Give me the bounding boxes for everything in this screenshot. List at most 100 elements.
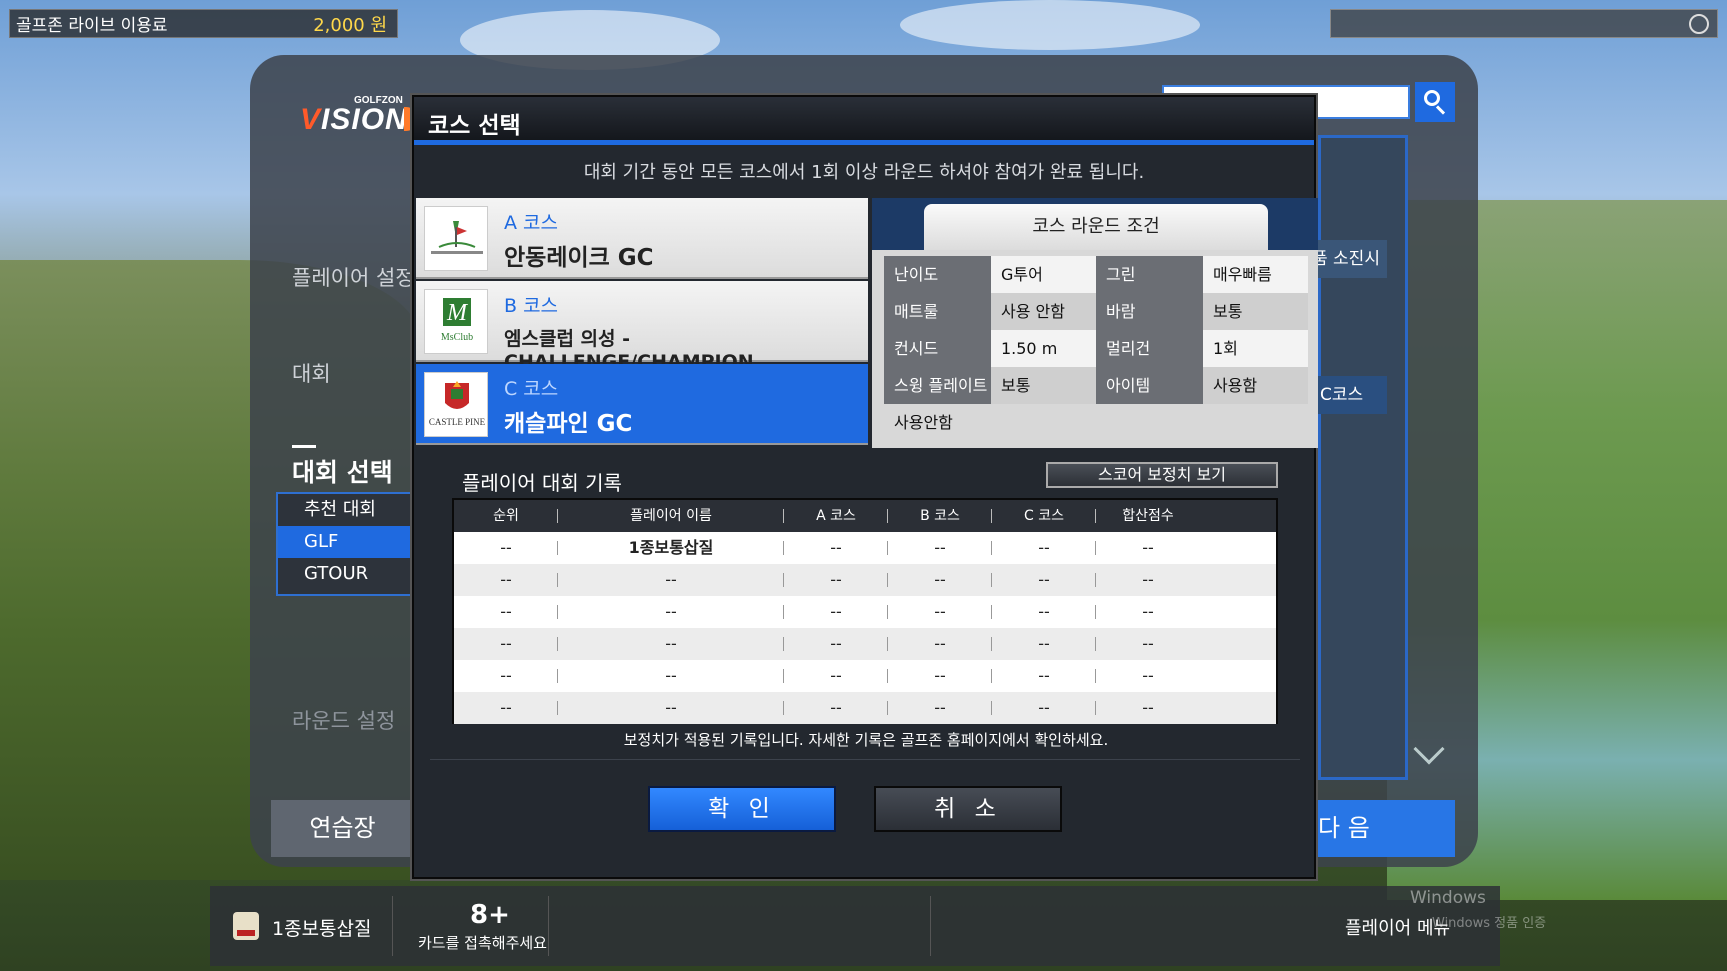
cancel-button[interactable]: 취 소 [874,786,1062,832]
condition-row: 스윙 플레이트 보통 아이템 사용함 [884,367,1308,404]
right-list-item[interactable]: 품 소진시 [1312,240,1387,278]
column-header-a: A 코스 [784,500,888,532]
table-cell: -- [1142,666,1154,685]
course-name-c: 캐슬파인 GC [504,411,633,437]
bottom-divider [392,896,393,956]
condition-row: 매트룰 사용 안함 바람 보통 [884,293,1308,330]
player-record-table: 순위 플레이어 이름 A 코스 B 코스 C 코스 합산점수 -- 1종보통삽질… [452,498,1278,724]
menu-tournament[interactable]: 대회 [292,358,331,388]
course-conditions-panel: 코스 라운드 조건 난이도 G투어 그린 매우빠름 매트룰 사용 안함 바람 보… [872,198,1318,448]
table-cell: -- [992,660,1096,692]
table-cell: -- [558,596,784,628]
course-conditions-table: 난이도 G투어 그린 매우빠름 매트룰 사용 안함 바람 보통 컨시드 1.50… [872,250,1318,448]
table-cell: -- [454,596,558,628]
table-row: -- -- -- -- -- -- [454,564,1276,596]
tournament-list: 추천 대회 GLF GTOUR [276,492,414,596]
svg-text:CASTLE PINE: CASTLE PINE [429,417,486,427]
condition-value: 사용 안함 [990,293,1096,330]
table-cell: -- [784,596,888,628]
course-conditions-tab[interactable]: 코스 라운드 조건 [924,204,1268,250]
search-icon [1424,90,1440,106]
msclub-logo: M MsClub [424,289,488,354]
castle-pine-logo: CASTLE PINE [424,372,488,437]
table-cell: -- [558,564,784,596]
status-bar [1330,9,1718,38]
table-cell: -- [888,692,992,724]
confirm-button[interactable]: 확 인 [648,786,836,832]
player-avatar-icon [233,912,259,940]
table-cell: -- [992,532,1096,564]
menu-round-settings[interactable]: 라운드 설정 [292,705,395,735]
condition-key: 바람 [1096,293,1203,330]
condition-key: 스윙 플레이트 [884,367,991,404]
table-cell: -- [992,628,1096,660]
logo-brand-rest: ISION [321,103,408,136]
background-cloud [900,0,1200,50]
live-fee-label: 골프존 라이브 이용료 [16,16,168,36]
table-cell: -- [558,628,784,660]
course-item-c[interactable]: CASTLE PINE C 코스 캐슬파인 GC [416,364,868,445]
right-list-item-c-course[interactable]: C코스 [1312,376,1387,414]
table-cell: -- [992,564,1096,596]
tournament-item-gtour[interactable]: GTOUR [278,558,412,590]
windows-watermark: Windows [1410,888,1486,908]
table-cell: -- [992,596,1096,628]
search-icon-handle [1435,105,1446,115]
bottom-divider [930,896,931,956]
table-cell: -- [454,628,558,660]
table-cell: -- [784,532,888,564]
column-header-player: 플레이어 이름 [558,500,784,532]
tournament-item-recommended[interactable]: 추천 대회 [278,494,412,526]
course-item-a[interactable]: A 코스 안동레이크 GC [416,198,868,279]
course-info-list [1318,135,1408,780]
connection-icon[interactable] [1689,14,1709,34]
tournament-item-glf[interactable]: GLF [278,526,412,558]
table-row: -- -- -- -- -- -- [454,660,1276,692]
table-row: -- -- -- -- -- -- [454,692,1276,724]
table-cell: -- [1142,570,1154,589]
table-row: -- 1종보통삽질 -- -- -- -- [454,532,1276,564]
menu-player-settings[interactable]: 플레이어 설정 [292,262,415,292]
dialog-header: 코스 선택 [414,97,1314,145]
course-item-b[interactable]: M MsClub B 코스 엠스클럽 의성 - CHALLENGE/CHAMPI… [416,281,868,373]
column-header-total: 합산점수 [1122,508,1174,524]
svg-text:MsClub: MsClub [441,332,473,343]
condition-value: 1회 [1202,330,1308,367]
windows-watermark-sub: Windows 정품 인증 [1432,916,1547,931]
next-button[interactable]: 다 음 [1312,800,1455,857]
condition-key: 그린 [1096,256,1203,293]
record-note: 보정치가 적용된 기록입니다. 자세한 기록은 골프존 홈페이지에서 확인하세요… [623,731,1109,749]
table-cell: -- [888,532,992,564]
bottom-player-name[interactable]: 1종보통삽질 [272,914,372,941]
course-code-a: A 코스 [504,212,558,234]
search-button[interactable] [1415,82,1455,122]
course-code-c: C 코스 [504,378,559,400]
table-cell: 1종보통삽질 [558,532,784,564]
card-contact-text: 카드를 접촉해주세요 [418,934,547,952]
condition-row: 난이도 G투어 그린 매우빠름 [884,256,1308,293]
tournament-select-heading: 대회 선택 [292,445,393,489]
condition-key: 아이템 [1096,367,1203,404]
golfzon-vision-logo: GOLFZON VISION [300,95,418,140]
table-cell: -- [1142,634,1154,653]
column-header-b: B 코스 [888,500,992,532]
table-cell: -- [784,628,888,660]
participation-notice: 대회 기간 동안 모든 코스에서 1회 이상 라운드 하셔야 참여가 완료 됩니… [583,162,1145,183]
table-row: -- -- -- -- -- -- [454,628,1276,660]
table-cell: -- [558,660,784,692]
table-cell: -- [558,692,784,724]
practice-range-button[interactable]: 연습장 [271,800,414,857]
score-correction-button[interactable]: 스코어 보정치 보기 [1046,462,1278,488]
player-record-title: 플레이어 대회 기록 [462,471,622,495]
logo-brand-main: VISION [300,103,408,137]
live-fee-value: 2,000 원 [313,14,387,36]
table-cell: -- [784,660,888,692]
course-select-dialog: 코스 선택 대회 기간 동안 모든 코스에서 1회 이상 라운드 하셔야 참여가… [412,95,1318,879]
column-header-rank: 순위 [454,500,558,532]
course-code-b: B 코스 [504,295,559,317]
table-cell: -- [1142,698,1154,717]
table-cell: -- [1142,538,1154,557]
table-row: -- -- -- -- -- -- [454,596,1276,628]
condition-key: 컨시드 [884,330,991,367]
dialog-divider [430,759,1300,760]
